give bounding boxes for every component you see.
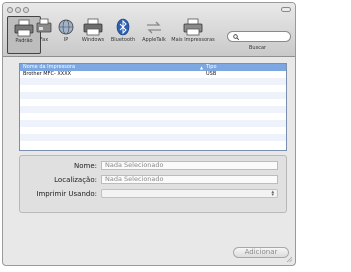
appletalk-icon <box>147 21 161 34</box>
search-label: Buscar <box>249 45 267 51</box>
table-header: Nome da Impressora ▲ Tipo <box>20 64 286 71</box>
sort-indicator-icon: ▲ <box>200 65 204 70</box>
toolbar-item-label: Mais Impressoras <box>171 37 215 43</box>
table-row-empty <box>20 85 286 92</box>
table-row-empty <box>20 134 286 141</box>
toolbar-item-label: IP <box>63 37 69 43</box>
fax-icon <box>36 18 52 33</box>
close-window-button[interactable] <box>7 7 13 13</box>
printer-icon <box>14 19 34 37</box>
windows-printer-icon <box>83 18 103 36</box>
table-row[interactable]: Brother MFC- XXXX USB <box>20 71 286 78</box>
toolbar-item-label: Fax <box>39 37 49 43</box>
name-label: Nome: <box>73 162 97 170</box>
table-row-empty <box>20 99 286 106</box>
toolbar-item-label: Bluetooth <box>110 37 136 43</box>
printer-type-cell: USB <box>206 71 217 77</box>
zoom-window-button[interactable] <box>23 7 29 13</box>
add-printer-window: Padrão Fax IP Windows Bluetooth AppleTal… <box>2 2 296 266</box>
stepper-arrows-icon: ▴ ▾ <box>271 189 274 198</box>
more-printers-icon <box>183 18 203 36</box>
print-using-label: Imprimir Usando: <box>36 190 97 198</box>
toolbar-item-ip[interactable]: IP <box>55 16 77 54</box>
table-row-empty <box>20 78 286 85</box>
toolbar-item-label: AppleTalk <box>142 37 166 43</box>
printer-table: Nome da Impressora ▲ Tipo Brother MFC- X… <box>19 63 287 151</box>
bluetooth-icon <box>116 18 130 36</box>
resize-grip-icon[interactable] <box>286 256 293 263</box>
toolbar-item-mais-impressoras[interactable]: Mais Impressoras <box>171 16 215 54</box>
print-using-select[interactable]: ▴ ▾ <box>101 189 278 198</box>
toolbar-item-label: Windows <box>81 37 105 43</box>
table-row-empty <box>20 141 286 148</box>
printer-name-cell: Brother MFC- XXXX <box>23 71 72 77</box>
location-label: Localização: <box>54 176 97 184</box>
table-row-empty <box>20 127 286 134</box>
toolbar-item-bluetooth[interactable]: Bluetooth <box>109 16 137 54</box>
toolbar-toggle-button[interactable] <box>281 7 291 12</box>
printer-details-form: Nome: Nada Selecionado Localização: Nada… <box>19 155 287 213</box>
minimize-window-button[interactable] <box>15 7 21 13</box>
search-input[interactable] <box>227 31 291 42</box>
toolbar-item-windows[interactable]: Windows <box>79 16 107 54</box>
add-button[interactable]: Adicionar <box>233 247 289 258</box>
globe-icon <box>58 19 74 35</box>
toolbar-item-fax[interactable]: Fax <box>33 16 55 54</box>
table-row-empty <box>20 120 286 127</box>
column-header-name[interactable]: Nome da Impressora <box>23 64 75 71</box>
name-field[interactable]: Nada Selecionado <box>101 161 278 170</box>
location-field[interactable]: Nada Selecionado <box>101 175 278 184</box>
toolbar-item-appletalk[interactable]: AppleTalk <box>139 16 169 54</box>
column-header-type[interactable]: Tipo <box>206 64 217 71</box>
table-row-empty <box>20 106 286 113</box>
toolbar: Padrão Fax IP Windows Bluetooth AppleTal… <box>3 3 295 57</box>
search-icon <box>233 34 239 40</box>
table-row-empty <box>20 92 286 99</box>
table-row-empty <box>20 113 286 120</box>
